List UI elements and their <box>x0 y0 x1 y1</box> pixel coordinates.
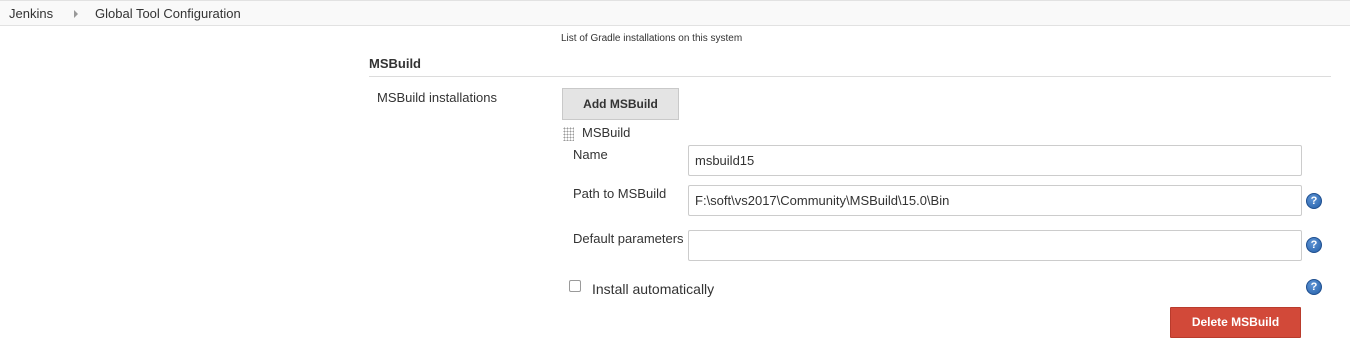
chevron-right-icon[interactable] <box>74 10 78 18</box>
gradle-installations-description: List of Gradle installations on this sys… <box>561 33 743 44</box>
msbuild-section-header: MSBuild <box>369 56 1331 77</box>
help-icon[interactable]: ? <box>1306 237 1322 253</box>
path-label: Path to MSBuild <box>573 186 667 201</box>
drag-handle-icon[interactable] <box>563 127 574 141</box>
breadcrumb: Jenkins Global Tool Configuration <box>0 0 1350 26</box>
help-icon[interactable]: ? <box>1306 193 1322 209</box>
breadcrumb-item-global-tool-configuration[interactable]: Global Tool Configuration <box>95 6 241 21</box>
help-icon[interactable]: ? <box>1306 279 1322 295</box>
path-field[interactable] <box>688 185 1302 216</box>
breadcrumb-item-jenkins[interactable]: Jenkins <box>9 6 53 21</box>
msbuild-installations-label: MSBuild installations <box>377 90 497 105</box>
installation-header: MSBuild <box>582 125 631 140</box>
delete-msbuild-button[interactable]: Delete MSBuild <box>1170 307 1301 338</box>
name-field[interactable] <box>688 145 1302 176</box>
name-label: Name <box>573 147 608 162</box>
default-parameters-label: Default parameters <box>573 231 684 246</box>
section-title: MSBuild <box>369 56 421 71</box>
install-automatically-checkbox[interactable] <box>569 280 581 292</box>
add-msbuild-button[interactable]: Add MSBuild <box>562 88 679 120</box>
install-automatically-label[interactable]: Install automatically <box>592 281 714 297</box>
default-parameters-field[interactable] <box>688 230 1302 261</box>
